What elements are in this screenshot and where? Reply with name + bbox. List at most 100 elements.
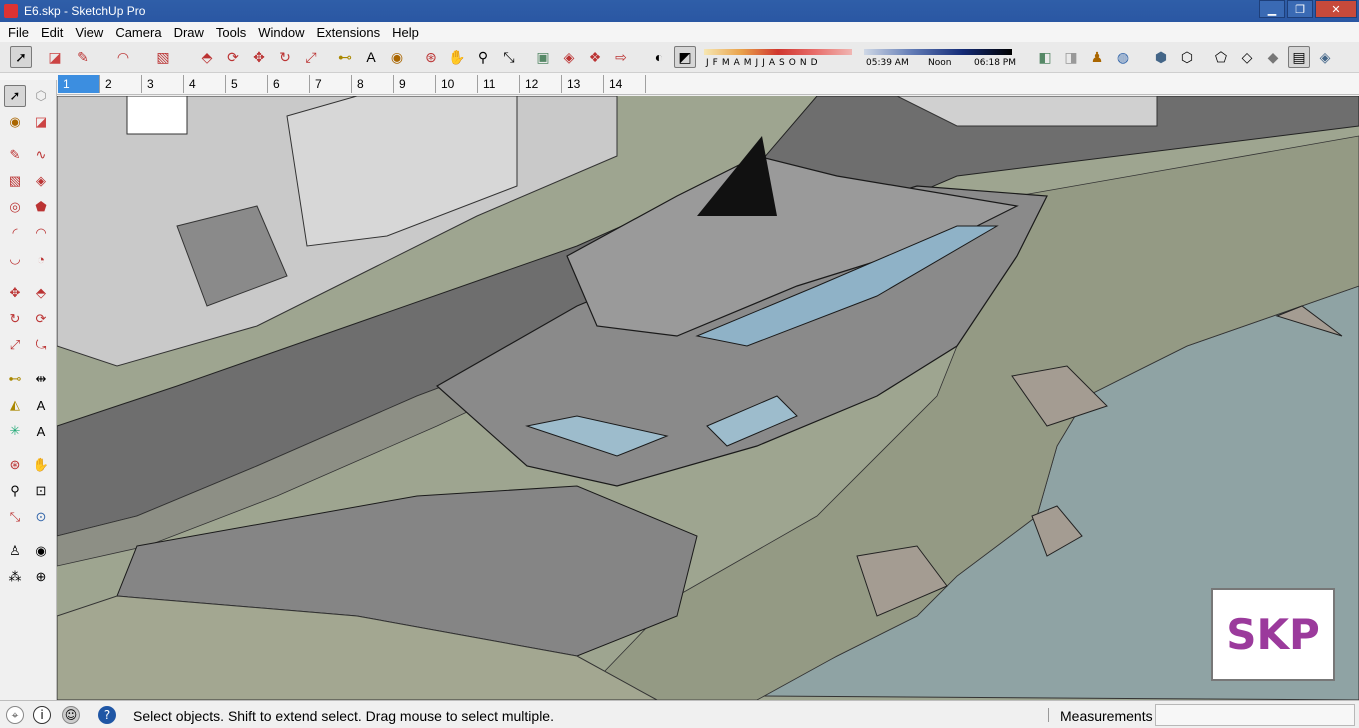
select-icon[interactable]: ➚ (4, 85, 26, 107)
line-icon[interactable]: ✎ (4, 144, 26, 166)
menu-help[interactable]: Help (386, 25, 425, 40)
push-pull-tool-icon[interactable]: ⬘ (196, 46, 218, 68)
position-camera-icon[interactable]: ♙ (4, 540, 26, 562)
rotate-icon[interactable]: ↻ (4, 308, 26, 330)
pie-icon[interactable]: ◔ (30, 248, 52, 270)
protractor-icon[interactable]: ◭ (4, 394, 26, 416)
scene-tab-11[interactable]: 11 (478, 75, 520, 93)
zoom-extents-icon[interactable]: ⤡ (4, 506, 26, 528)
select-tool-icon[interactable]: ➚ (10, 46, 32, 68)
two-point-arc-icon[interactable]: ◠ (30, 222, 52, 244)
scene-tab-4[interactable]: 4 (184, 75, 226, 93)
walk-icon[interactable]: ⁂ (4, 566, 26, 588)
scene-tab-14[interactable]: 14 (604, 75, 646, 93)
menu-file[interactable]: File (2, 25, 35, 40)
model-viewport[interactable]: SKP (57, 96, 1359, 700)
tape-measure-tool-icon[interactable]: ⊷ (334, 46, 356, 68)
pan-icon[interactable]: ✋ (30, 454, 52, 476)
share-model-icon[interactable]: ◈ (558, 46, 580, 68)
menu-window[interactable]: Window (252, 25, 310, 40)
shadow-settings-icon[interactable]: ◐ (648, 46, 670, 68)
close-button[interactable]: ✕ (1315, 0, 1357, 18)
orbit-icon[interactable]: ⊛ (4, 454, 26, 476)
shadow-time-slider[interactable]: 05:39 AM Noon 06:18 PM (864, 47, 1016, 69)
menu-edit[interactable]: Edit (35, 25, 69, 40)
section-plane-icon[interactable]: ⊕ (30, 566, 52, 588)
scale-tool-icon[interactable]: ⤢ (300, 46, 322, 68)
extension-warehouse-icon[interactable]: ❖ (584, 46, 606, 68)
look-around-icon[interactable]: ◉ (30, 540, 52, 562)
freehand-icon[interactable]: ∿ (30, 144, 52, 166)
offset-icon[interactable]: ⤿ (30, 334, 52, 356)
axes-icon[interactable]: ✳ (4, 420, 26, 442)
scene-tab-1[interactable]: 1 (58, 75, 100, 93)
shaded-style-icon[interactable]: ◆ (1262, 46, 1284, 68)
scene-tab-5[interactable]: 5 (226, 75, 268, 93)
scene-tab-10[interactable]: 10 (436, 75, 478, 93)
scene-tab-8[interactable]: 8 (352, 75, 394, 93)
pan-tool-icon[interactable]: ✋ (446, 46, 468, 68)
move-icon[interactable]: ✥ (4, 282, 26, 304)
tape-measure-icon[interactable]: ⊷ (4, 368, 26, 390)
xray-style-icon[interactable]: ⬠ (1210, 46, 1232, 68)
menu-view[interactable]: View (69, 25, 109, 40)
paint-bucket-tool-icon[interactable]: ◉ (386, 46, 408, 68)
instructor-help-icon[interactable]: ? (98, 706, 116, 724)
menu-tools[interactable]: Tools (210, 25, 252, 40)
rotate-tool-icon[interactable]: ↻ (274, 46, 296, 68)
monochrome-style-icon[interactable]: ▤ (1288, 46, 1310, 68)
3d-warehouse-icon[interactable]: ▣ (532, 46, 554, 68)
follow-me-icon[interactable]: ⟳ (30, 308, 52, 330)
display-shadows-icon[interactable]: ◩ (674, 46, 696, 68)
measurements-input[interactable] (1155, 704, 1355, 726)
three-point-arc-icon[interactable]: ◡ (4, 248, 26, 270)
credits-icon[interactable]: i (33, 706, 51, 724)
scene-tab-3[interactable]: 3 (142, 75, 184, 93)
minimize-button[interactable]: ▁ (1259, 0, 1285, 18)
eraser-tool-icon[interactable]: ◪ (44, 46, 66, 68)
menu-extensions[interactable]: Extensions (311, 25, 387, 40)
circle-icon[interactable]: ◎ (4, 196, 26, 218)
dimension-icon[interactable]: ⇹ (30, 368, 52, 390)
make-component-icon[interactable]: ⬡ (30, 85, 52, 107)
arc-tool-icon[interactable]: ◠ (112, 46, 134, 68)
position-camera-icon[interactable]: ♟ (1086, 46, 1108, 68)
text-tool-icon[interactable]: A (360, 46, 382, 68)
orbit-tool-icon[interactable]: ⊛ (420, 46, 442, 68)
pencil-tool-icon[interactable]: ✎ (72, 46, 94, 68)
textured-style-icon[interactable]: ◈ (1314, 46, 1336, 68)
arc-icon[interactable]: ◜ (4, 222, 26, 244)
layout-send-icon[interactable]: ⇨ (610, 46, 632, 68)
3d-text-icon[interactable]: A (30, 420, 52, 442)
user-account-icon[interactable]: ☺ (62, 706, 80, 724)
zoom-window-icon[interactable]: ⊡ (30, 480, 52, 502)
follow-me-tool-icon[interactable]: ⟳ (222, 46, 244, 68)
move-tool-icon[interactable]: ✥ (248, 46, 270, 68)
zoom-extents-tool-icon[interactable]: ⤡ (498, 46, 520, 68)
paint-bucket-icon[interactable]: ◉ (4, 111, 26, 133)
scene-tab-2[interactable]: 2 (100, 75, 142, 93)
previous-view-icon[interactable]: ◧ (1034, 46, 1056, 68)
zoom-icon[interactable]: ⚲ (4, 480, 26, 502)
scene-tab-7[interactable]: 7 (310, 75, 352, 93)
menu-draw[interactable]: Draw (168, 25, 210, 40)
wireframe-style-icon[interactable]: ◇ (1236, 46, 1258, 68)
rectangle-icon[interactable]: ▧ (4, 170, 26, 192)
text-icon[interactable]: A (30, 394, 52, 416)
scale-icon[interactable]: ⤢ (4, 334, 26, 356)
scene-tab-6[interactable]: 6 (268, 75, 310, 93)
iso-view-icon[interactable]: ⬢ (1150, 46, 1172, 68)
zoom-tool-icon[interactable]: ⚲ (472, 46, 494, 68)
geo-location-icon[interactable]: ⌖ (6, 706, 24, 724)
scene-tab-12[interactable]: 12 (520, 75, 562, 93)
next-view-icon[interactable]: ◨ (1060, 46, 1082, 68)
eraser-icon[interactable]: ◪ (30, 111, 52, 133)
top-view-icon[interactable]: ⬡ (1176, 46, 1198, 68)
scene-tab-13[interactable]: 13 (562, 75, 604, 93)
look-around-icon[interactable]: ◍ (1112, 46, 1134, 68)
shadow-month-slider[interactable]: J F M A M J J A S O N D (704, 47, 852, 69)
rectangle-tool-icon[interactable]: ▧ (152, 46, 174, 68)
previous-icon[interactable]: ⊙ (30, 506, 52, 528)
scene-tab-9[interactable]: 9 (394, 75, 436, 93)
polygon-icon[interactable]: ⬟ (30, 196, 52, 218)
